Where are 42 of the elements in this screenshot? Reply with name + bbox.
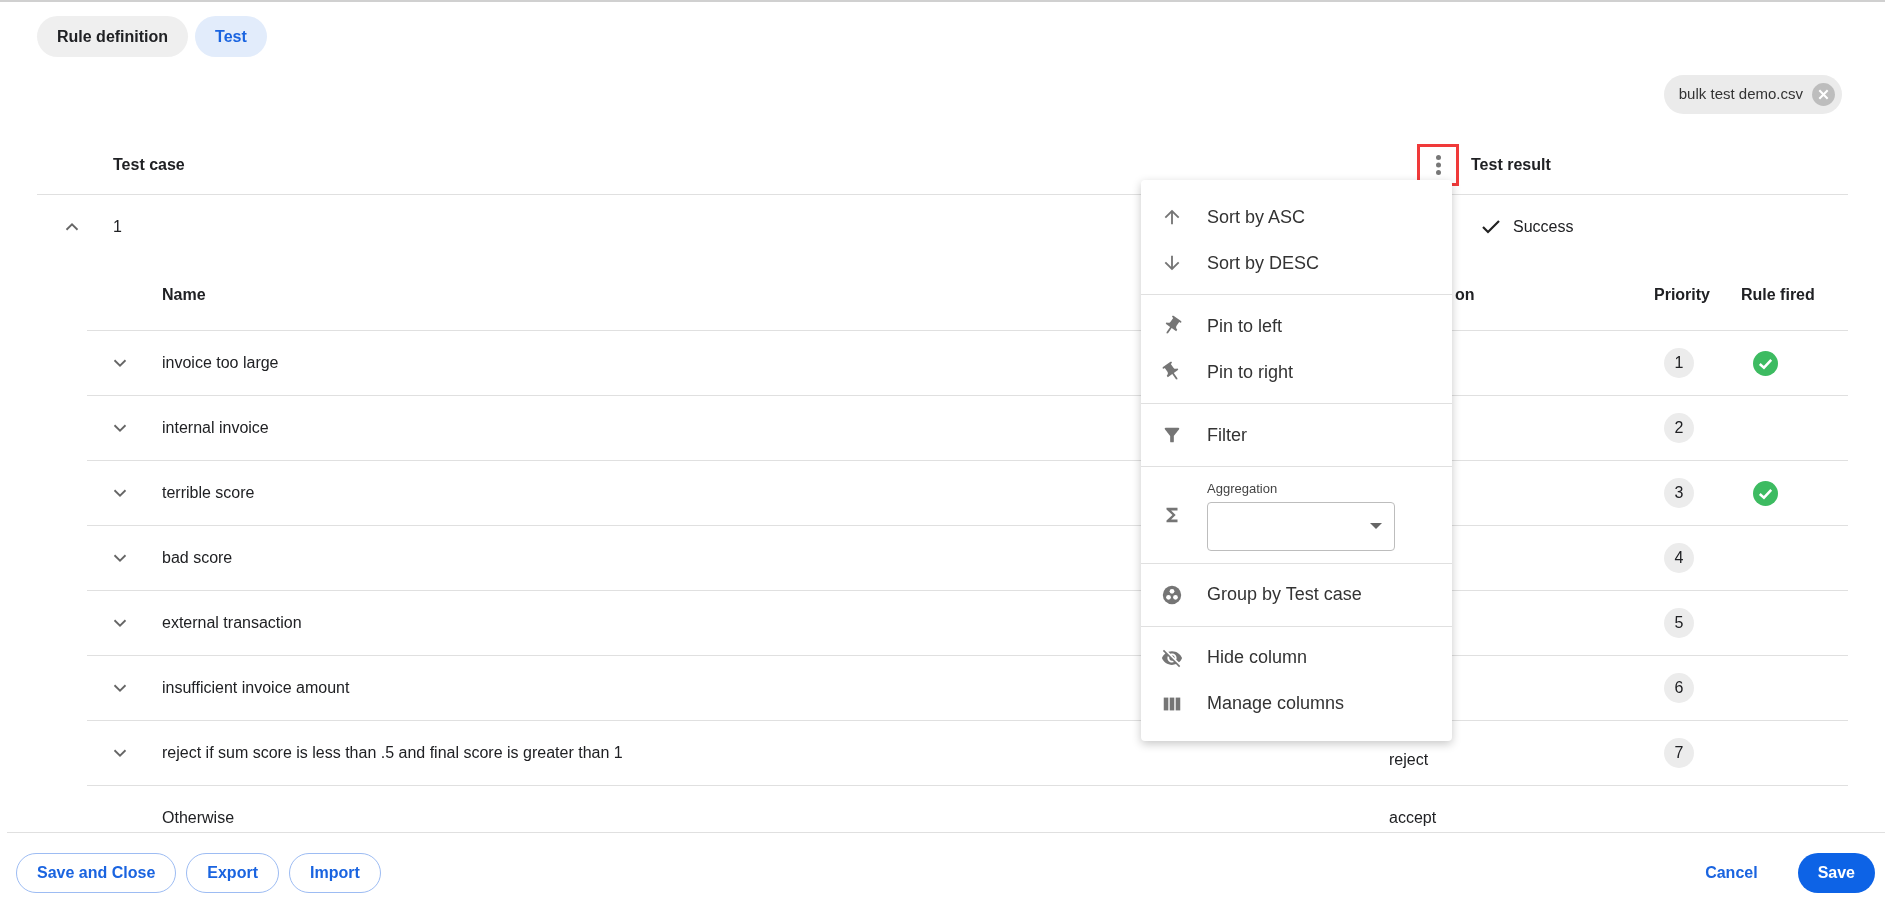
caret-icon — [1370, 523, 1382, 529]
column-header: on — [1455, 285, 1475, 303]
menu-item[interactable]: Filter — [1141, 412, 1452, 458]
priority-badge: 4 — [1664, 543, 1694, 573]
group-icon — [1161, 583, 1183, 606]
priority-badge: 5 — [1664, 608, 1694, 638]
more-icon — [1435, 154, 1441, 175]
priority-badge: 2 — [1664, 413, 1694, 443]
menu-item[interactable]: Pin to right — [1141, 349, 1452, 395]
table-cell: external transaction — [162, 614, 302, 631]
priority-badge: 7 — [1664, 738, 1694, 768]
column-header: Rule fired — [1741, 285, 1815, 303]
table-cell: reject — [1389, 751, 1429, 768]
table-cell: accept — [1389, 809, 1437, 826]
table-cell: bad score — [162, 549, 233, 566]
column-header: Name — [162, 285, 206, 303]
menu-item[interactable]: Pin to left — [1141, 303, 1452, 349]
table-cell: Otherwise — [162, 809, 235, 826]
save-button[interactable]: Save — [1797, 852, 1875, 893]
priority-badge: 3 — [1664, 478, 1694, 508]
table-cell: terrible score — [162, 484, 255, 501]
tab[interactable]: Rule definition — [37, 16, 189, 57]
menu-item[interactable]: Sort by DESC — [1141, 240, 1452, 286]
table-cell: insufficient invoice amount — [162, 679, 350, 696]
menu-item[interactable]: Hide column — [1141, 634, 1452, 681]
menu-item[interactable]: Manage columns — [1141, 680, 1452, 727]
table-cell: invoice too large — [162, 354, 279, 371]
menu-item[interactable]: Sort by ASC — [1141, 194, 1452, 240]
table-cell: 1 — [113, 218, 122, 235]
table-cell-text: Success — [1513, 217, 1574, 237]
table-cell: reject if sum score is less than .5 and final score is greater than 1 — [162, 744, 623, 761]
column-header: Test case — [113, 155, 185, 173]
field-label: Aggregation — [1207, 480, 1279, 498]
priority-badge: 6 — [1664, 673, 1694, 703]
tab[interactable]: Test — [195, 16, 267, 57]
column-header: Test result — [1471, 155, 1551, 173]
table-cell: internal invoice — [162, 419, 269, 436]
file-name: bulk test demo.csv — [1678, 84, 1803, 105]
priority-badge: 1 — [1664, 348, 1694, 378]
column-header: Priority — [1654, 285, 1710, 303]
cancel-button[interactable]: Cancel — [1685, 852, 1778, 893]
menu-item[interactable]: Group by Test case — [1141, 571, 1452, 618]
